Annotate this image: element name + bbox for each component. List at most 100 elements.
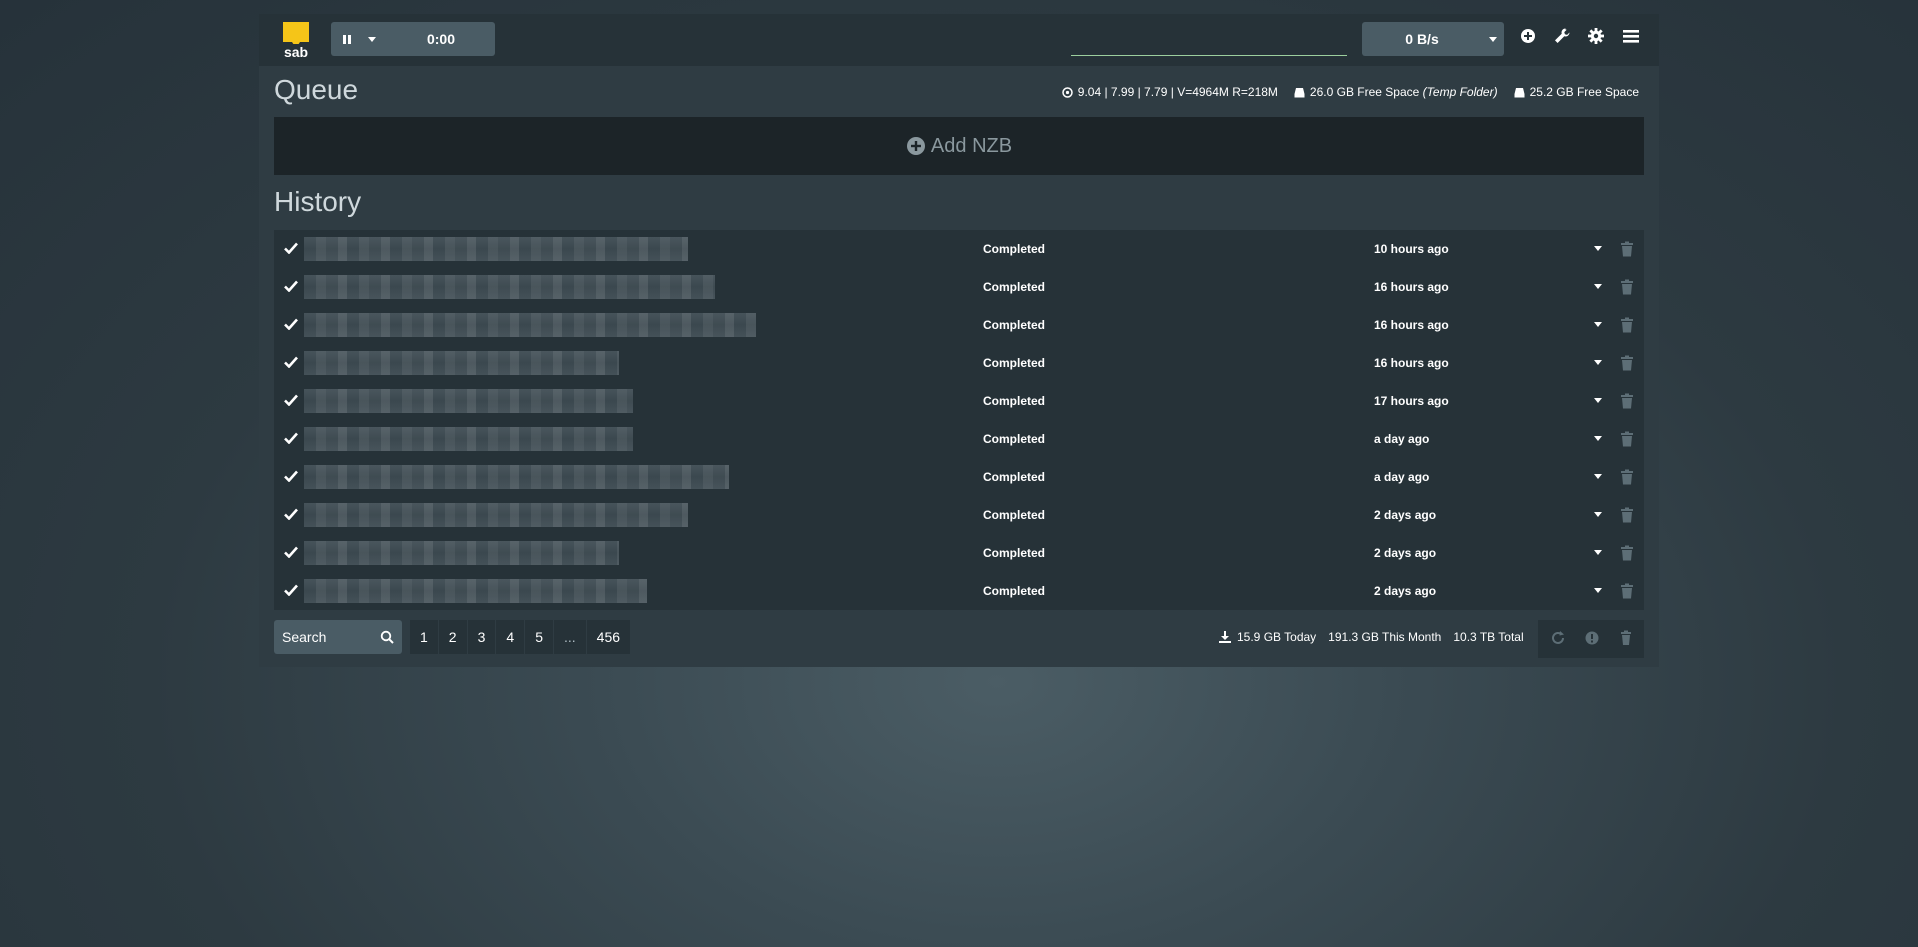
purge-trash-icon[interactable] [1618, 630, 1636, 648]
checkmark-icon [284, 394, 298, 406]
temp-folder-label: (Temp Folder) [1422, 85, 1498, 99]
chevron-down-icon [1594, 398, 1602, 403]
history-row[interactable]: Completed 2 days ago [274, 534, 1644, 572]
search-icon [380, 630, 394, 644]
job-completed-time: 10 hours ago [1374, 242, 1449, 256]
app-container: sab 0:00 0 B/s Queue 9.04 | 7.99 | 7.79 … [259, 14, 1659, 667]
delete-trash-icon[interactable] [1620, 469, 1634, 485]
history-row[interactable]: Completed 2 days ago [274, 572, 1644, 610]
history-row[interactable]: Completed a day ago [274, 420, 1644, 458]
job-status: Completed [983, 432, 1046, 446]
speed-limit-dropdown[interactable] [1482, 22, 1504, 56]
history-row[interactable]: Completed 16 hours ago [274, 306, 1644, 344]
job-status: Completed [983, 280, 1046, 294]
job-name-redacted [304, 351, 619, 375]
chevron-down-icon [1594, 322, 1602, 327]
pagination: 1 2 3 4 5... 456 [409, 620, 631, 654]
download-totals: 15.9 GB Today 191.3 GB This Month 10.3 T… [1219, 620, 1536, 654]
delete-trash-icon[interactable] [1620, 355, 1634, 371]
sabnzbd-logo[interactable]: sab [276, 19, 316, 62]
job-status: Completed [983, 470, 1046, 484]
delete-trash-icon[interactable] [1620, 583, 1634, 599]
chevron-down-icon [1594, 284, 1602, 289]
page-link[interactable]: 5 [524, 620, 553, 654]
logo-text: sab [284, 44, 308, 60]
job-name-redacted [304, 275, 715, 299]
chevron-down-icon [1594, 246, 1602, 251]
add-nzb-label: Add NZB [930, 134, 1013, 157]
history-row[interactable]: Completed 17 hours ago [274, 382, 1644, 420]
checkmark-icon [284, 508, 298, 520]
job-completed-time: 16 hours ago [1374, 280, 1449, 294]
chevron-down-icon [1594, 588, 1602, 593]
search-input[interactable]: Search [274, 620, 402, 654]
history-row[interactable]: Completed a day ago [274, 458, 1644, 496]
add-circle-icon [906, 137, 925, 155]
page-link[interactable]: 4 [495, 620, 525, 654]
job-completed-time: 2 days ago [1374, 508, 1437, 522]
checkmark-icon [284, 242, 298, 254]
delete-trash-icon[interactable] [1620, 545, 1634, 561]
job-completed-time: 16 hours ago [1374, 356, 1449, 370]
add-nzb-button[interactable]: Add NZB [274, 117, 1644, 175]
job-name-redacted [304, 313, 756, 337]
pause-duration-dropdown[interactable] [361, 22, 383, 56]
delete-trash-icon[interactable] [1620, 241, 1634, 257]
page-link[interactable]: 2 [437, 620, 467, 654]
history-list: Completed 10 hours ago Completed 16 hours a… [274, 230, 1644, 610]
gear-icon[interactable] [1587, 27, 1605, 45]
job-status: Completed [983, 394, 1046, 408]
chevron-down-icon [1594, 474, 1602, 479]
history-row[interactable]: Completed 16 hours ago [274, 268, 1644, 306]
job-name-redacted [304, 389, 633, 413]
job-status: Completed [983, 242, 1046, 256]
job-name-redacted [304, 237, 688, 261]
dashboard-icon [1062, 86, 1073, 98]
history-row[interactable]: Completed 10 hours ago [274, 230, 1644, 268]
pause-button[interactable] [331, 22, 361, 56]
job-name-redacted [304, 427, 633, 451]
complete-free-value: 25.2 GB Free Space [1529, 85, 1639, 99]
job-status: Completed [983, 356, 1046, 370]
info-icon[interactable] [1584, 630, 1602, 648]
delete-trash-icon[interactable] [1620, 431, 1634, 447]
add-circle-icon[interactable] [1519, 27, 1537, 45]
system-load-value: 9.04 | 7.99 | 7.79 | V=4964M R=218M [1077, 85, 1278, 99]
delete-trash-icon[interactable] [1620, 279, 1634, 295]
job-completed-time: 17 hours ago [1374, 394, 1449, 408]
checkmark-icon [284, 356, 298, 368]
checkmark-icon [284, 318, 298, 330]
page-link[interactable]: 3 [466, 620, 496, 654]
history-actions [1538, 620, 1644, 658]
temp-free-value: 26.0 GB Free Space [1309, 85, 1420, 99]
job-completed-time: 2 days ago [1374, 546, 1437, 560]
delete-trash-icon[interactable] [1620, 393, 1634, 409]
system-load: 9.04 | 7.99 | 7.79 | V=4964M R=218M [1062, 85, 1278, 99]
queue-title: Queue [274, 74, 359, 105]
checkmark-icon [284, 546, 298, 558]
delete-trash-icon[interactable] [1620, 507, 1634, 523]
search-placeholder: Search [282, 629, 327, 645]
job-name-redacted [304, 503, 688, 527]
wrench-icon[interactable] [1553, 27, 1571, 45]
checkmark-icon [284, 280, 298, 292]
page-link[interactable]: 1 [409, 620, 438, 654]
history-row[interactable]: Completed 2 days ago [274, 496, 1644, 534]
chevron-down-icon [368, 37, 376, 42]
history-row[interactable]: Completed 16 hours ago [274, 344, 1644, 382]
job-status: Completed [983, 508, 1046, 522]
chevron-down-icon [1594, 550, 1602, 555]
chevron-down-icon [1594, 360, 1602, 365]
checkmark-icon [284, 432, 298, 444]
refresh-icon[interactable] [1550, 630, 1568, 648]
download-speed: 0 B/s [1405, 31, 1439, 47]
checkmark-icon [284, 470, 298, 482]
speed-control: 0 B/s [1362, 22, 1504, 56]
temp-free-space: 26.0 GB Free Space (Temp Folder) [1294, 85, 1498, 99]
page-link[interactable]: 456 [585, 620, 631, 654]
job-completed-time: a day ago [1374, 432, 1430, 446]
speed-limit-input[interactable] [1071, 23, 1347, 56]
hamburger-menu-icon[interactable] [1621, 27, 1641, 45]
job-name-redacted [304, 541, 619, 565]
delete-trash-icon[interactable] [1620, 317, 1634, 333]
